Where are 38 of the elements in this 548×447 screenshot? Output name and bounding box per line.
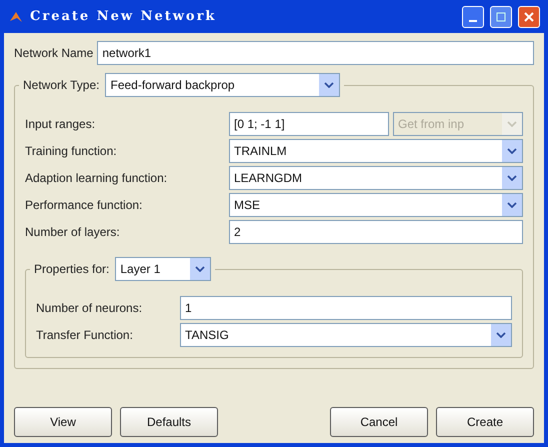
dropdown[interactable]: TANSIG [180,323,512,347]
chevron-down-icon [324,82,334,88]
maximize-icon [496,12,506,22]
input-field[interactable]: 2 [229,220,523,244]
dropdown[interactable]: LEARNGDM [229,166,523,190]
group-label: Properties for: [34,262,110,276]
input-field[interactable]: [0 1; -1 1] [229,112,389,136]
dropdown[interactable]: Layer 1 [115,257,212,281]
group-label: Network Type: [23,78,100,92]
dropdown[interactable]: MSE [229,193,523,217]
field-label: Adaption learning function: [25,171,168,185]
field-label: Training function: [25,144,118,158]
chevron-down-icon [195,266,206,272]
dialog-button[interactable]: Create [436,407,534,437]
window-title: Create New Network [30,9,218,24]
field-label: Number of neurons: [36,301,144,315]
chevron-down-icon [507,121,517,127]
chevron-down-icon [507,175,517,181]
input-field[interactable]: 1 [180,296,512,320]
dialog-button[interactable]: Defaults [120,407,218,437]
chevron-down-icon [507,202,517,208]
dropdown[interactable]: Feed-forward backprop [105,73,340,97]
field-label: Input ranges: [25,117,96,131]
field-label: Performance function: [25,198,144,212]
chevron-down-icon [507,148,517,154]
dropdown[interactable]: TRAINLM [229,139,523,163]
chevron-down-icon [496,332,506,338]
close-button[interactable] [518,6,540,28]
field-label: Number of layers: [25,225,121,239]
maximize-button[interactable] [490,6,512,28]
field-label: Transfer Function: [36,328,134,342]
dialog-button[interactable]: Cancel [330,407,428,437]
input-field[interactable]: network1 [97,41,534,65]
minimize-button[interactable] [462,6,484,28]
field-label: Network Name [14,46,94,60]
close-icon [524,12,534,22]
dialog-button[interactable]: View [14,407,112,437]
minimize-icon [469,20,477,22]
